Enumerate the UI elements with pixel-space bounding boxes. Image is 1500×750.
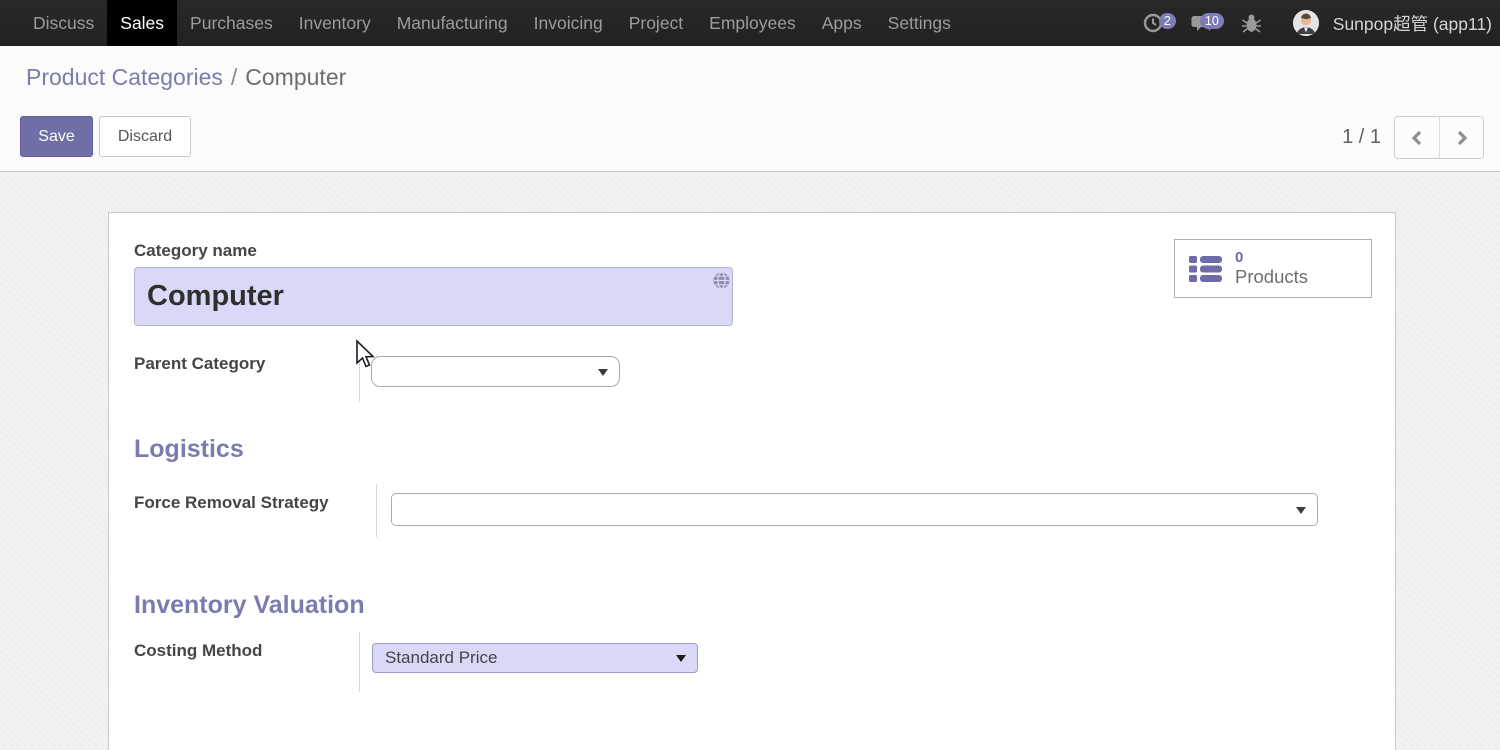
save-button[interactable]: Save <box>20 116 93 157</box>
products-stat-button[interactable]: 0 Products <box>1174 239 1372 298</box>
pager-next-button[interactable] <box>1439 117 1483 158</box>
nav-item-apps[interactable]: Apps <box>809 0 875 46</box>
activities-badge: 2 <box>1159 13 1176 29</box>
nav-item-project[interactable]: Project <box>616 0 696 46</box>
nav-item-employees[interactable]: Employees <box>696 0 809 46</box>
app-menu: Discuss Sales Purchases Inventory Manufa… <box>0 0 964 46</box>
pager-value: 1 / 1 <box>1342 126 1381 149</box>
breadcrumb-current: Computer <box>245 64 346 90</box>
breadcrumb-separator: / <box>223 64 245 90</box>
section-title-inventory-valuation: Inventory Valuation <box>134 591 365 620</box>
pager: 1 / 1 <box>1342 116 1484 159</box>
parent-category-dropdown[interactable] <box>371 356 620 387</box>
category-name-label: Category name <box>134 241 257 261</box>
nav-item-settings[interactable]: Settings <box>875 0 964 46</box>
costing-method-value: Standard Price <box>385 648 497 668</box>
nav-item-inventory[interactable]: Inventory <box>286 0 384 46</box>
caret-down-icon <box>598 369 608 376</box>
nav-item-sales[interactable]: Sales <box>107 0 177 46</box>
systray: 2 10 <box>1141 0 1494 46</box>
list-icon <box>1189 256 1222 282</box>
field-separator <box>376 484 377 537</box>
costing-method-label: Costing Method <box>134 641 262 661</box>
user-photo <box>1293 10 1319 36</box>
costing-method-select[interactable]: Standard Price <box>372 643 698 673</box>
chevron-right-icon <box>1455 129 1469 147</box>
avatar[interactable] <box>1293 10 1319 36</box>
breadcrumb: Product Categories/Computer <box>26 64 346 91</box>
caret-down-icon <box>1296 507 1306 514</box>
parent-category-label: Parent Category <box>134 354 265 374</box>
messages-badge: 10 <box>1200 13 1224 29</box>
pager-previous-button[interactable] <box>1395 117 1439 158</box>
debug-icon[interactable] <box>1239 10 1265 36</box>
control-panel: Product Categories/Computer Save Discard… <box>0 46 1500 172</box>
discard-button[interactable]: Discard <box>99 116 191 157</box>
field-separator <box>359 344 360 402</box>
chevron-left-icon <box>1410 129 1424 147</box>
form-sheet: 0 Products Category name Parent Category <box>108 212 1396 750</box>
bug-icon <box>1241 12 1262 34</box>
breadcrumb-parent-link[interactable]: Product Categories <box>26 64 223 90</box>
nav-item-invoicing[interactable]: Invoicing <box>521 0 616 46</box>
activities-icon[interactable]: 2 <box>1141 10 1167 36</box>
nav-item-discuss[interactable]: Discuss <box>20 0 107 46</box>
top-navbar: Discuss Sales Purchases Inventory Manufa… <box>0 0 1500 46</box>
nav-item-purchases[interactable]: Purchases <box>177 0 286 46</box>
translate-globe-icon[interactable] <box>713 272 730 289</box>
force-removal-strategy-select[interactable] <box>391 493 1318 526</box>
messages-icon[interactable]: 10 <box>1189 10 1215 36</box>
user-menu[interactable]: Sunpop超管 (app11) <box>1333 11 1494 36</box>
force-removal-strategy-label: Force Removal Strategy <box>134 493 329 513</box>
category-name-input[interactable] <box>134 267 733 326</box>
nav-item-manufacturing[interactable]: Manufacturing <box>384 0 521 46</box>
field-separator <box>359 632 360 692</box>
form-view: 0 Products Category name Parent Category <box>0 173 1500 750</box>
products-count: 0 <box>1235 249 1308 266</box>
section-title-logistics: Logistics <box>134 435 244 464</box>
caret-down-icon <box>676 655 686 662</box>
products-label: Products <box>1235 266 1308 288</box>
